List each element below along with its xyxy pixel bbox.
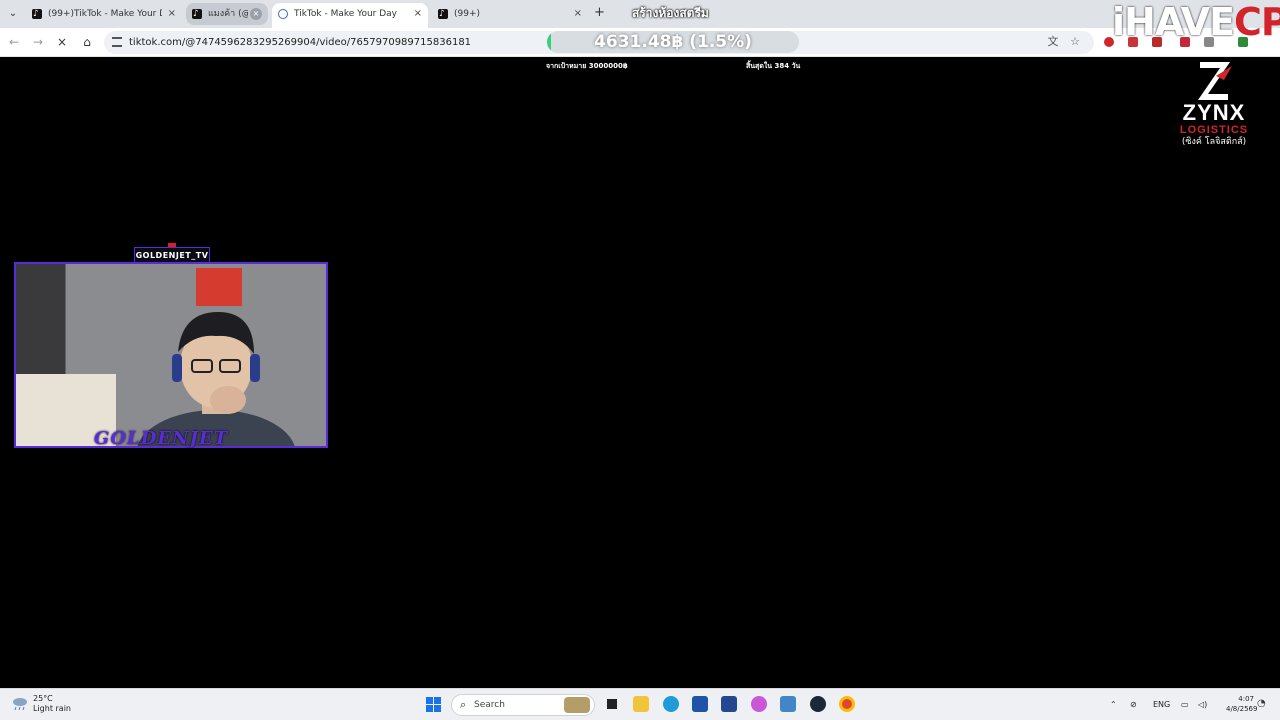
tab-label: แมงค้า (@_m	[208, 9, 248, 19]
tiktok-icon	[32, 3, 42, 25]
store-icon[interactable]	[721, 696, 737, 712]
extension-icon[interactable]	[1204, 37, 1214, 47]
extension-icon[interactable]	[1152, 37, 1162, 47]
taskbar-clock[interactable]: 4:07 4/8/2569	[1226, 694, 1258, 714]
extension-icon[interactable]	[1104, 37, 1114, 47]
zynx-logistics-logo: ZYNX LOGISTICS (ซิงค์ โลจิสติกส์)	[1166, 58, 1262, 148]
forward-arrow-icon[interactable]: →	[30, 34, 46, 50]
bookmark-star-icon[interactable]: ☆	[1068, 35, 1082, 49]
network-off-icon[interactable]: ⊘	[1130, 689, 1137, 720]
tray-overflow-chevron-icon[interactable]: ⌃	[1110, 689, 1117, 720]
task-view-icon[interactable]	[604, 696, 620, 712]
display-icon[interactable]: ▭	[1181, 689, 1189, 720]
tab-active-tiktok[interactable]: TikTok - Make Your Day ×	[272, 3, 428, 28]
copilot-icon[interactable]	[751, 696, 767, 712]
extension-icon[interactable]	[1238, 37, 1248, 47]
tab-tiktok-4[interactable]: (99+) ×	[432, 3, 588, 25]
search-placeholder: Search	[474, 700, 505, 710]
vscode-icon[interactable]	[692, 696, 708, 712]
screen: ⌄ (99+)TikTok - Make Your Day × แมงค้า (…	[0, 0, 1280, 720]
clock-date: 4/8/2569	[1226, 705, 1258, 713]
weather-temperature: 25°C	[33, 694, 53, 703]
url-text[interactable]: tiktok.com/@7474596283295269904/video/76…	[129, 31, 471, 54]
close-tab-icon[interactable]: ×	[574, 3, 582, 25]
site-info-icon[interactable]	[112, 37, 122, 47]
donation-goal-ends: สิ้นสุดใน 384 วัน	[746, 62, 801, 70]
tab-search-chevron-icon[interactable]: ⌄	[4, 5, 22, 23]
webcam-watermark: GOLDENJET	[94, 428, 229, 449]
webcam-poster	[196, 268, 242, 306]
extension-icon[interactable]	[1180, 37, 1190, 47]
back-arrow-icon[interactable]: ←	[6, 34, 22, 50]
webcam-feed	[14, 262, 328, 448]
zynx-z-mark-icon	[1194, 58, 1234, 102]
mail-icon[interactable]	[780, 696, 796, 712]
tiktok-icon	[438, 3, 448, 25]
search-highlight-icon	[564, 697, 590, 713]
volume-icon[interactable]: ◁)	[1198, 689, 1207, 720]
stream-banner: สร้างห้องสตรีม	[632, 6, 709, 20]
search-icon: ⌕	[460, 698, 467, 711]
tiktok-icon	[192, 3, 202, 25]
chrome-icon[interactable]	[839, 696, 855, 712]
clock-time: 4:07	[1238, 695, 1254, 703]
steam-icon[interactable]	[810, 696, 826, 712]
close-tab-icon[interactable]: ×	[250, 8, 262, 20]
stop-loading-icon[interactable]: ×	[54, 34, 70, 50]
donation-goal-amount: 4631.48฿ (1.5%)	[594, 32, 752, 52]
sponsor-thai: (ซิงค์ โลจิสติกส์)	[1181, 137, 1247, 147]
sponsor-name: ZYNX	[1182, 100, 1246, 125]
input-language[interactable]: ENG	[1153, 689, 1170, 720]
tab-label: (99+)TikTok - Make Your Day	[48, 9, 162, 19]
edge-icon[interactable]	[663, 696, 679, 712]
weather-description: Light rain	[33, 704, 71, 713]
webcam-streamer	[137, 312, 295, 446]
donation-goal-bar: 4631.48฿ (1.5%)	[547, 31, 799, 53]
tab-label: TikTok - Make Your Day	[294, 9, 398, 19]
new-tab-button[interactable]: +	[594, 5, 608, 21]
close-tab-icon[interactable]: ×	[414, 3, 422, 25]
tab-profile[interactable]: แมงค้า (@_m ×	[186, 3, 268, 25]
tab-label: (99+)	[454, 9, 481, 19]
donation-goal-target: จากเป้าหมาย 3000000฿	[546, 62, 628, 70]
loading-eye-icon	[278, 9, 288, 19]
tab-tiktok-1[interactable]: (99+)TikTok - Make Your Day ×	[26, 3, 182, 25]
windows-start-icon[interactable]	[426, 697, 441, 712]
file-explorer-icon[interactable]	[633, 696, 649, 712]
home-icon[interactable]: ⌂	[79, 34, 95, 50]
sponsor-sub: LOGISTICS	[1179, 124, 1249, 136]
extension-icon[interactable]	[1128, 37, 1138, 47]
rain-cloud-icon	[13, 698, 27, 710]
close-tab-icon[interactable]: ×	[168, 3, 176, 25]
taskbar-search[interactable]: ⌕ Search	[451, 694, 595, 716]
translate-icon[interactable]: 文	[1046, 35, 1060, 49]
extension-icons	[1100, 33, 1280, 51]
windows-taskbar: 25°C Light rain ⌕ Search ⌃ ⊘ ENG ▭ ◁) 4:…	[0, 688, 1280, 720]
notifications-icon[interactable]: ◔	[1257, 698, 1269, 710]
